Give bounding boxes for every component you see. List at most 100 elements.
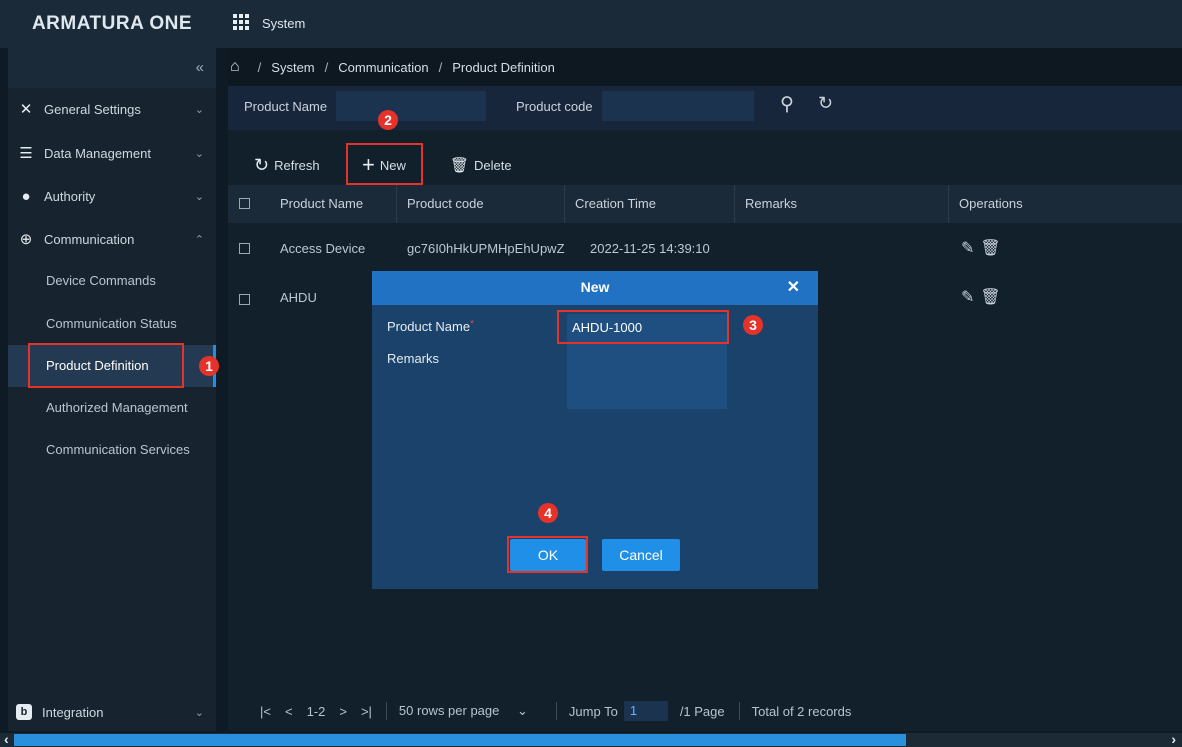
table-header: Product Name Product code Creation Time …	[228, 185, 1182, 223]
refresh-button[interactable]: ↻ Refresh	[254, 153, 320, 177]
home-icon[interactable]: ⌂	[230, 58, 240, 76]
reset-icon[interactable]: ↻	[818, 93, 833, 114]
column-header-product-name[interactable]: Product Name	[270, 185, 397, 223]
chevron-down-icon: ⌄	[194, 190, 204, 203]
sidebar-item-product-definition[interactable]: Product Definition	[8, 345, 216, 387]
breadcrumb-separator: /	[324, 59, 329, 75]
delete-button[interactable]: 🗑 Delete	[450, 153, 512, 177]
delete-label: Delete	[474, 157, 512, 173]
close-icon[interactable]: ✕	[787, 279, 800, 297]
cell-product-name: AHDU	[280, 290, 317, 305]
chevron-down-icon: ⌄	[194, 103, 204, 116]
required-mark: *	[470, 319, 474, 330]
database-icon: ☰	[19, 145, 33, 162]
scrollbar-thumb[interactable]	[14, 734, 906, 746]
breadcrumb-separator: /	[257, 59, 262, 75]
jump-page-input[interactable]: 1	[623, 701, 668, 721]
filter-bar: Product Name Product code ⚲ ↻	[228, 86, 1182, 130]
row-checkbox[interactable]	[239, 243, 250, 254]
sidebar-item-communication-status[interactable]: Communication Status	[8, 303, 216, 345]
annotation-step-3: 3	[743, 315, 763, 335]
horizontal-scrollbar[interactable]: ‹ ›	[0, 731, 1182, 747]
rows-per-page-select[interactable]: 50 rows per page ⌄	[399, 703, 542, 719]
globe-icon: ⊕	[19, 231, 33, 248]
sidebar-group-communication[interactable]: ⊕ Communication ⌃	[8, 218, 216, 260]
module-label[interactable]: System	[262, 16, 305, 31]
dialog-product-name-text: Product Name	[387, 319, 471, 334]
breadcrumb-item-product-definition: Product Definition	[452, 59, 555, 75]
cell-product-code: gc76I0hHkUPMHpEhUpwZ	[407, 241, 565, 256]
chevron-down-icon: ⌄	[194, 147, 204, 160]
sidebar-group-label: Integration	[42, 704, 104, 720]
page-range: 1-2	[306, 703, 326, 719]
table-row[interactable]: Access Device gc76I0hHkUPMHpEhUpwZ 2022-…	[228, 225, 1182, 273]
search-icon[interactable]: ⚲	[780, 93, 794, 116]
ok-button[interactable]: OK	[510, 539, 586, 571]
last-page-icon[interactable]: >|	[361, 704, 372, 719]
scroll-left-icon[interactable]: ‹	[4, 731, 9, 747]
sidebar-group-label: Data Management	[44, 145, 151, 161]
app-logo[interactable]: ARMATURA ONE	[8, 0, 216, 48]
product-code-filter-label: Product code	[516, 99, 593, 114]
dialog-title: New	[372, 271, 818, 305]
trash-icon[interactable]: 🗑	[980, 240, 1006, 257]
sidebar-group-integration[interactable]: b Integration ⌄	[8, 692, 216, 732]
cell-product-name: Access Device	[280, 241, 366, 256]
new-button[interactable]: + New	[362, 152, 406, 177]
product-code-filter-input[interactable]	[602, 91, 754, 121]
select-all-checkbox[interactable]	[239, 198, 250, 209]
column-header-operations: Operations	[959, 196, 1023, 211]
annotation-step-4: 4	[538, 503, 558, 523]
sidebar-group-data-management[interactable]: ☰ Data Management ⌄	[8, 132, 216, 174]
total-pages: /1 Page	[679, 703, 725, 719]
column-header-creation-time[interactable]: Creation Time	[565, 185, 735, 223]
sidebar-collapse[interactable]: «	[8, 48, 216, 88]
total-records: Total of 2 records	[751, 703, 852, 719]
product-name-filter-input[interactable]	[336, 91, 486, 121]
sidebar-group-general-settings[interactable]: ✕ General Settings ⌄	[8, 88, 216, 130]
column-header-remarks[interactable]: Remarks	[735, 185, 949, 223]
annotation-step-1: 1	[199, 356, 219, 376]
sidebar-item-communication-services[interactable]: Communication Services	[8, 429, 216, 471]
row-checkbox[interactable]	[239, 294, 250, 305]
sidebar-group-label: General Settings	[44, 101, 141, 117]
chevron-down-icon: ⌄	[517, 703, 528, 718]
pager-divider	[385, 702, 387, 720]
dialog-product-name-input[interactable]: AHDU-1000	[567, 314, 727, 342]
product-name-filter-label: Product Name	[244, 99, 328, 114]
cell-creation-time: 2022-11-25 14:39:10	[590, 241, 710, 256]
top-bar: ARMATURA ONE System	[0, 0, 1182, 48]
row-operations: ✎🗑	[951, 274, 1007, 322]
plus-icon: +	[362, 152, 375, 177]
prev-page-icon[interactable]: <	[285, 704, 293, 719]
first-page-icon[interactable]: |<	[260, 704, 271, 719]
double-chevron-left-icon[interactable]: «	[196, 59, 204, 76]
refresh-icon: ↻	[254, 154, 270, 175]
trash-icon[interactable]: 🗑	[980, 289, 1006, 306]
app-grid-icon[interactable]	[233, 14, 251, 32]
dialog-product-name-label: Product Name*	[387, 319, 474, 334]
breadcrumb-item-communication[interactable]: Communication	[338, 60, 428, 75]
annotation-step-2: 2	[378, 110, 398, 130]
jump-label: Jump To	[568, 703, 618, 719]
cell-remarks	[735, 225, 745, 273]
dialog-remarks-input[interactable]	[567, 343, 727, 409]
column-header-product-code[interactable]: Product code	[397, 185, 565, 223]
chevron-down-icon: ⌄	[194, 706, 204, 719]
sidebar-group-label: Communication	[44, 231, 135, 247]
sidebar-group-authority[interactable]: ● Authority ⌄	[8, 175, 216, 217]
scroll-right-icon[interactable]: ›	[1171, 731, 1176, 747]
toolbar: ↻ Refresh + New 🗑 Delete	[228, 145, 1182, 185]
sidebar-item-device-commands[interactable]: Device Commands	[8, 260, 216, 302]
integration-icon: b	[16, 704, 32, 720]
sidebar-item-authorized-management[interactable]: Authorized Management	[8, 387, 216, 429]
users-icon: ●	[21, 187, 31, 205]
edit-icon[interactable]: ✎	[961, 289, 980, 306]
breadcrumb: ⌂ / System / Communication / Product Def…	[228, 48, 1182, 86]
tools-icon: ✕	[19, 101, 33, 118]
cancel-button[interactable]: Cancel	[602, 539, 680, 571]
breadcrumb-item-system[interactable]: System	[271, 60, 314, 75]
pager-divider	[738, 702, 740, 720]
edit-icon[interactable]: ✎	[961, 240, 980, 257]
next-page-icon[interactable]: >	[339, 704, 347, 719]
